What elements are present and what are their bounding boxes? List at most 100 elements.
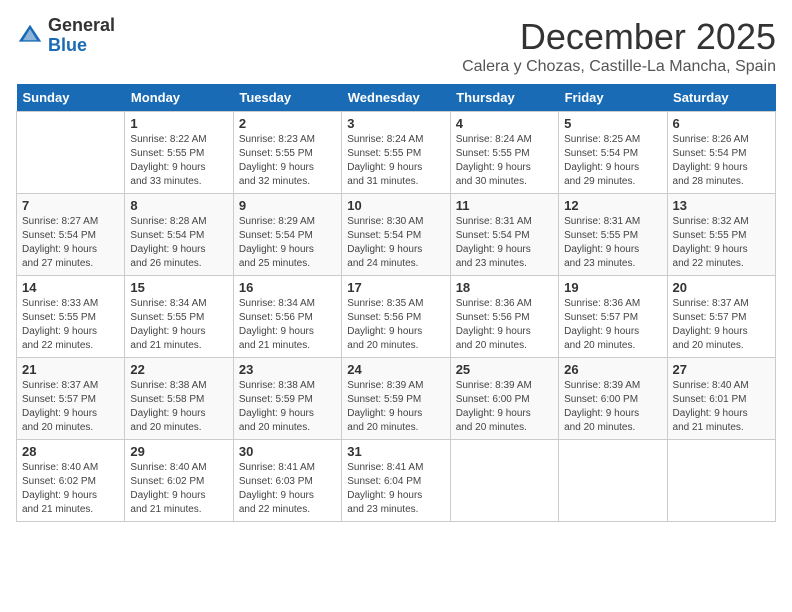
calendar-day-cell: 27 Sunrise: 8:40 AM Sunset: 6:01 PM Dayli… <box>667 358 775 440</box>
day-number: 1 <box>130 116 227 131</box>
day-number: 21 <box>22 362 119 377</box>
day-info: Sunrise: 8:23 AM Sunset: 5:55 PM Dayligh… <box>239 133 336 189</box>
day-info: Sunrise: 8:35 AM Sunset: 5:56 PM Dayligh… <box>347 297 444 353</box>
calendar-day-cell <box>17 112 125 194</box>
calendar-day-cell: 28 Sunrise: 8:40 AM Sunset: 6:02 PM Dayli… <box>17 440 125 522</box>
calendar-week-row: 14Sunrise: 8:33 AM Sunset: 5:55 PM Dayli… <box>17 276 776 358</box>
calendar-table: SundayMondayTuesdayWednesdayThursdayFrid… <box>16 84 776 522</box>
calendar-day-cell: 18 Sunrise: 8:36 AM Sunset: 5:56 PM Dayli… <box>450 276 558 358</box>
calendar-day-cell: 14Sunrise: 8:33 AM Sunset: 5:55 PM Dayli… <box>17 276 125 358</box>
calendar-day-cell <box>450 440 558 522</box>
day-info: Sunrise: 8:22 AM Sunset: 5:55 PM Dayligh… <box>130 133 227 189</box>
day-number: 23 <box>239 362 336 377</box>
day-number: 8 <box>130 198 227 213</box>
day-number: 5 <box>564 116 661 131</box>
calendar-day-cell: 15Sunrise: 8:34 AM Sunset: 5:55 PM Dayli… <box>125 276 233 358</box>
calendar-day-cell <box>559 440 667 522</box>
day-number: 25 <box>456 362 553 377</box>
calendar-day-cell: 31Sunrise: 8:41 AM Sunset: 6:04 PM Dayli… <box>342 440 450 522</box>
calendar-day-cell: 10 Sunrise: 8:30 AM Sunset: 5:54 PM Dayli… <box>342 194 450 276</box>
day-number: 15 <box>130 280 227 295</box>
calendar-week-row: 1 Sunrise: 8:22 AM Sunset: 5:55 PM Daylig… <box>17 112 776 194</box>
day-number: 28 <box>22 444 119 459</box>
logo-blue-text: Blue <box>48 36 115 56</box>
calendar-day-cell <box>667 440 775 522</box>
day-info: Sunrise: 8:34 AM Sunset: 5:56 PM Dayligh… <box>239 297 336 353</box>
month-title: December 2025 <box>462 16 776 58</box>
day-info: Sunrise: 8:24 AM Sunset: 5:55 PM Dayligh… <box>347 133 444 189</box>
day-number: 4 <box>456 116 553 131</box>
logo: General Blue <box>16 16 115 56</box>
day-number: 19 <box>564 280 661 295</box>
day-info: Sunrise: 8:39 AM Sunset: 5:59 PM Dayligh… <box>347 379 444 435</box>
day-number: 10 <box>347 198 444 213</box>
calendar-day-cell: 17 Sunrise: 8:35 AM Sunset: 5:56 PM Dayli… <box>342 276 450 358</box>
weekday-header-cell: Friday <box>559 84 667 112</box>
day-number: 22 <box>130 362 227 377</box>
day-info: Sunrise: 8:39 AM Sunset: 6:00 PM Dayligh… <box>564 379 661 435</box>
weekday-header-cell: Saturday <box>667 84 775 112</box>
day-info: Sunrise: 8:41 AM Sunset: 6:03 PM Dayligh… <box>239 461 336 517</box>
day-number: 17 <box>347 280 444 295</box>
day-info: Sunrise: 8:33 AM Sunset: 5:55 PM Dayligh… <box>22 297 119 353</box>
day-number: 18 <box>456 280 553 295</box>
calendar-day-cell: 22 Sunrise: 8:38 AM Sunset: 5:58 PM Dayli… <box>125 358 233 440</box>
calendar-day-cell: 25Sunrise: 8:39 AM Sunset: 6:00 PM Dayli… <box>450 358 558 440</box>
day-number: 24 <box>347 362 444 377</box>
weekday-header-cell: Monday <box>125 84 233 112</box>
calendar-day-cell: 13 Sunrise: 8:32 AM Sunset: 5:55 PM Dayli… <box>667 194 775 276</box>
day-number: 13 <box>673 198 770 213</box>
day-number: 3 <box>347 116 444 131</box>
weekday-header-cell: Sunday <box>17 84 125 112</box>
calendar-day-cell: 7 Sunrise: 8:27 AM Sunset: 5:54 PM Daylig… <box>17 194 125 276</box>
calendar-week-row: 28 Sunrise: 8:40 AM Sunset: 6:02 PM Dayli… <box>17 440 776 522</box>
day-info: Sunrise: 8:40 AM Sunset: 6:02 PM Dayligh… <box>130 461 227 517</box>
day-info: Sunrise: 8:27 AM Sunset: 5:54 PM Dayligh… <box>22 215 119 271</box>
day-info: Sunrise: 8:37 AM Sunset: 5:57 PM Dayligh… <box>673 297 770 353</box>
calendar-day-cell: 23 Sunrise: 8:38 AM Sunset: 5:59 PM Dayli… <box>233 358 341 440</box>
calendar-body: 1 Sunrise: 8:22 AM Sunset: 5:55 PM Daylig… <box>17 112 776 522</box>
page-header: General Blue December 2025 Calera y Choz… <box>16 16 776 76</box>
day-info: Sunrise: 8:36 AM Sunset: 5:56 PM Dayligh… <box>456 297 553 353</box>
day-number: 27 <box>673 362 770 377</box>
day-info: Sunrise: 8:32 AM Sunset: 5:55 PM Dayligh… <box>673 215 770 271</box>
calendar-day-cell: 21Sunrise: 8:37 AM Sunset: 5:57 PM Dayli… <box>17 358 125 440</box>
day-info: Sunrise: 8:29 AM Sunset: 5:54 PM Dayligh… <box>239 215 336 271</box>
day-info: Sunrise: 8:36 AM Sunset: 5:57 PM Dayligh… <box>564 297 661 353</box>
calendar-day-cell: 29Sunrise: 8:40 AM Sunset: 6:02 PM Dayli… <box>125 440 233 522</box>
day-info: Sunrise: 8:30 AM Sunset: 5:54 PM Dayligh… <box>347 215 444 271</box>
weekday-header-cell: Tuesday <box>233 84 341 112</box>
day-info: Sunrise: 8:40 AM Sunset: 6:02 PM Dayligh… <box>22 461 119 517</box>
day-info: Sunrise: 8:24 AM Sunset: 5:55 PM Dayligh… <box>456 133 553 189</box>
day-number: 20 <box>673 280 770 295</box>
title-area: December 2025 Calera y Chozas, Castille-… <box>462 16 776 76</box>
day-number: 11 <box>456 198 553 213</box>
calendar-day-cell: 4 Sunrise: 8:24 AM Sunset: 5:55 PM Daylig… <box>450 112 558 194</box>
calendar-day-cell: 9Sunrise: 8:29 AM Sunset: 5:54 PM Daylig… <box>233 194 341 276</box>
logo-icon <box>16 22 44 50</box>
day-info: Sunrise: 8:38 AM Sunset: 5:58 PM Dayligh… <box>130 379 227 435</box>
day-number: 26 <box>564 362 661 377</box>
logo-general-text: General <box>48 16 115 36</box>
weekday-header-cell: Thursday <box>450 84 558 112</box>
calendar-day-cell: 5Sunrise: 8:25 AM Sunset: 5:54 PM Daylig… <box>559 112 667 194</box>
weekday-header-cell: Wednesday <box>342 84 450 112</box>
day-info: Sunrise: 8:28 AM Sunset: 5:54 PM Dayligh… <box>130 215 227 271</box>
calendar-day-cell: 2 Sunrise: 8:23 AM Sunset: 5:55 PM Daylig… <box>233 112 341 194</box>
calendar-day-cell: 20 Sunrise: 8:37 AM Sunset: 5:57 PM Dayli… <box>667 276 775 358</box>
day-number: 30 <box>239 444 336 459</box>
day-info: Sunrise: 8:31 AM Sunset: 5:55 PM Dayligh… <box>564 215 661 271</box>
day-info: Sunrise: 8:40 AM Sunset: 6:01 PM Dayligh… <box>673 379 770 435</box>
day-number: 16 <box>239 280 336 295</box>
calendar-day-cell: 11 Sunrise: 8:31 AM Sunset: 5:54 PM Dayli… <box>450 194 558 276</box>
day-number: 6 <box>673 116 770 131</box>
calendar-day-cell: 19 Sunrise: 8:36 AM Sunset: 5:57 PM Dayli… <box>559 276 667 358</box>
calendar-day-cell: 26 Sunrise: 8:39 AM Sunset: 6:00 PM Dayli… <box>559 358 667 440</box>
day-info: Sunrise: 8:38 AM Sunset: 5:59 PM Dayligh… <box>239 379 336 435</box>
day-number: 31 <box>347 444 444 459</box>
day-info: Sunrise: 8:31 AM Sunset: 5:54 PM Dayligh… <box>456 215 553 271</box>
day-number: 2 <box>239 116 336 131</box>
calendar-day-cell: 12Sunrise: 8:31 AM Sunset: 5:55 PM Dayli… <box>559 194 667 276</box>
day-number: 7 <box>22 198 119 213</box>
calendar-week-row: 21Sunrise: 8:37 AM Sunset: 5:57 PM Dayli… <box>17 358 776 440</box>
